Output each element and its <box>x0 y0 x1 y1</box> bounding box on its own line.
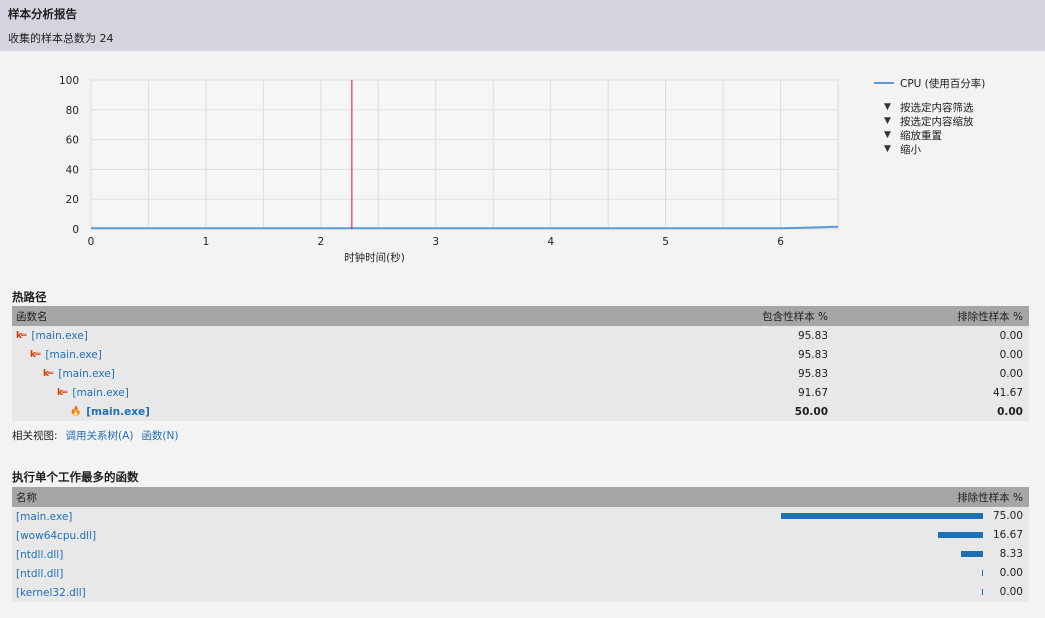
x-tick-label: 6 <box>777 236 784 248</box>
exclusive-value: 0.00 <box>997 405 1023 418</box>
function-link[interactable]: [main.exe] <box>58 368 114 380</box>
exclusive-value: 41.67 <box>992 386 1023 399</box>
x-tick-label: 0 <box>88 236 95 248</box>
top-functions-table: 名称 排除性样本 % [main.exe] 75.00 [wow64cpu.dll]… <box>12 487 1029 602</box>
exclusive-value: 8.33 <box>999 548 1023 560</box>
filter-icon: ▼ <box>884 116 891 126</box>
related-views: 相关视图: 调用关系树(A) 函数(N) <box>12 428 179 443</box>
x-tick-label: 2 <box>318 236 325 248</box>
module-link[interactable]: [ntdll.dll] <box>16 568 63 580</box>
inclusive-value: 95.83 <box>797 348 828 361</box>
cpu-chart-svg[interactable]: 100 80 60 40 20 00 1 2 3 4 5 6 时钟时间(秒) <box>0 60 860 280</box>
zoom-reset-button[interactable]: ▼ 缩放重置 <box>884 128 1044 142</box>
table-row[interactable]: 🔥 [main.exe] 50.00 0.00 <box>12 402 1029 421</box>
y-tick-label: 100 <box>59 75 79 87</box>
zoom-out-button[interactable]: ▼ 缩小 <box>884 142 1044 156</box>
inclusive-value: 50.00 <box>794 405 828 418</box>
table-row[interactable]: [kernel32.dll] 0.00 <box>12 583 1029 602</box>
zoom-by-selection-label: 按选定内容缩放 <box>900 115 974 128</box>
legend-cpu-label: CPU (使用百分率) <box>900 77 986 90</box>
exclusive-value: 0.00 <box>999 367 1023 380</box>
chart-legend: CPU (使用百分率) ▼ 按选定内容筛选 ▼ 按选定内容缩放 ▼ 缩放重置 ▼… <box>874 76 1044 156</box>
table-row[interactable]: [wow64cpu.dll] 16.67 <box>12 526 1029 545</box>
call-tree-link[interactable]: 调用关系树(A) <box>66 428 134 443</box>
exclusive-bar <box>960 551 983 557</box>
hot-path-header: 函数名 包含性样本 % 排除性样本 % <box>12 306 1029 326</box>
module-link[interactable]: [kernel32.dll] <box>16 587 86 599</box>
exclusive-value: 16.67 <box>992 529 1023 541</box>
hot-path-icon: k═ <box>43 368 53 379</box>
related-views-label: 相关视图: <box>12 430 58 442</box>
filter-icon: ▼ <box>884 144 891 154</box>
hot-path-icon: k═ <box>57 387 67 398</box>
function-link[interactable]: [main.exe] <box>31 330 87 342</box>
function-link[interactable]: [main.exe] <box>86 406 150 418</box>
y-tick-label: 80 <box>66 105 79 117</box>
inclusive-value: 95.83 <box>797 367 828 380</box>
exclusive-bar <box>982 570 983 576</box>
col-exclusive[interactable]: 排除性样本 % <box>834 309 1029 324</box>
top-functions-title: 执行单个工作最多的函数 <box>12 470 139 484</box>
x-tick-label: 3 <box>432 236 439 248</box>
col-name[interactable]: 名称 <box>12 490 834 505</box>
cpu-line-swatch <box>874 82 894 84</box>
y-tick-label: 20 <box>66 194 79 206</box>
function-link[interactable]: [main.exe] <box>72 387 128 399</box>
filter-icon: ▼ <box>884 130 891 140</box>
y-tick-label: 40 <box>66 164 79 176</box>
report-header: 样本分析报告 收集的样本总数为 24 <box>0 0 1045 51</box>
hot-path-icon: k═ <box>16 330 26 341</box>
module-link[interactable]: [ntdll.dll] <box>16 549 63 561</box>
x-axis-label: 时钟时间(秒) <box>344 251 405 264</box>
module-link[interactable]: [wow64cpu.dll] <box>16 530 96 542</box>
exclusive-bar <box>982 589 983 595</box>
table-row[interactable]: [ntdll.dll] 8.33 <box>12 545 1029 564</box>
filter-icon: ▼ <box>884 102 891 112</box>
hot-path-title: 热路径 <box>12 290 47 304</box>
flame-icon: 🔥 <box>70 406 81 417</box>
col-inclusive[interactable]: 包含性样本 % <box>634 309 834 324</box>
inclusive-value: 95.83 <box>797 329 828 342</box>
top-functions-header: 名称 排除性样本 % <box>12 487 1029 507</box>
filter-by-selection-button[interactable]: ▼ 按选定内容筛选 <box>884 100 1044 114</box>
exclusive-value: 0.00 <box>999 586 1023 598</box>
function-link[interactable]: [main.exe] <box>45 349 101 361</box>
col-function-name[interactable]: 函数名 <box>12 309 634 324</box>
filter-by-selection-label: 按选定内容筛选 <box>900 101 974 114</box>
module-link[interactable]: [main.exe] <box>16 511 72 523</box>
sample-count: 收集的样本总数为 24 <box>8 32 114 45</box>
table-row[interactable]: k═ [main.exe] 95.83 0.00 <box>12 345 1029 364</box>
exclusive-value: 0.00 <box>999 348 1023 361</box>
exclusive-value: 0.00 <box>999 329 1023 342</box>
x-tick-label: 5 <box>662 236 669 248</box>
x-tick-label: 4 <box>547 236 554 248</box>
table-row[interactable]: [ntdll.dll] 0.00 <box>12 564 1029 583</box>
exclusive-bar <box>938 532 983 538</box>
zoom-reset-label: 缩放重置 <box>900 129 942 142</box>
plot-area <box>90 79 839 230</box>
table-row[interactable]: k═ [main.exe] 95.83 0.00 <box>12 364 1029 383</box>
zoom-by-selection-button[interactable]: ▼ 按选定内容缩放 <box>884 114 1044 128</box>
y-tick-label: 60 <box>66 135 79 147</box>
functions-link[interactable]: 函数(N) <box>141 428 178 443</box>
table-row[interactable]: k═ [main.exe] 91.67 41.67 <box>12 383 1029 402</box>
report-title: 样本分析报告 <box>8 7 77 21</box>
table-row[interactable]: k═ [main.exe] 95.83 0.00 <box>12 326 1029 345</box>
legend-cpu: CPU (使用百分率) <box>874 76 1044 90</box>
exclusive-value: 0.00 <box>999 567 1023 579</box>
hot-path-icon: k═ <box>30 349 40 360</box>
x-tick-label: 1 <box>203 236 210 248</box>
col-exclusive[interactable]: 排除性样本 % <box>834 490 1029 505</box>
inclusive-value: 91.67 <box>797 386 828 399</box>
table-row[interactable]: [main.exe] 75.00 <box>12 507 1029 526</box>
zoom-out-label: 缩小 <box>900 143 921 156</box>
exclusive-bar <box>781 513 983 519</box>
y-tick-label: 0 <box>72 224 79 236</box>
hot-path-table: 函数名 包含性样本 % 排除性样本 % k═ [main.exe] 95.83 0… <box>12 306 1029 421</box>
exclusive-value: 75.00 <box>992 510 1023 522</box>
